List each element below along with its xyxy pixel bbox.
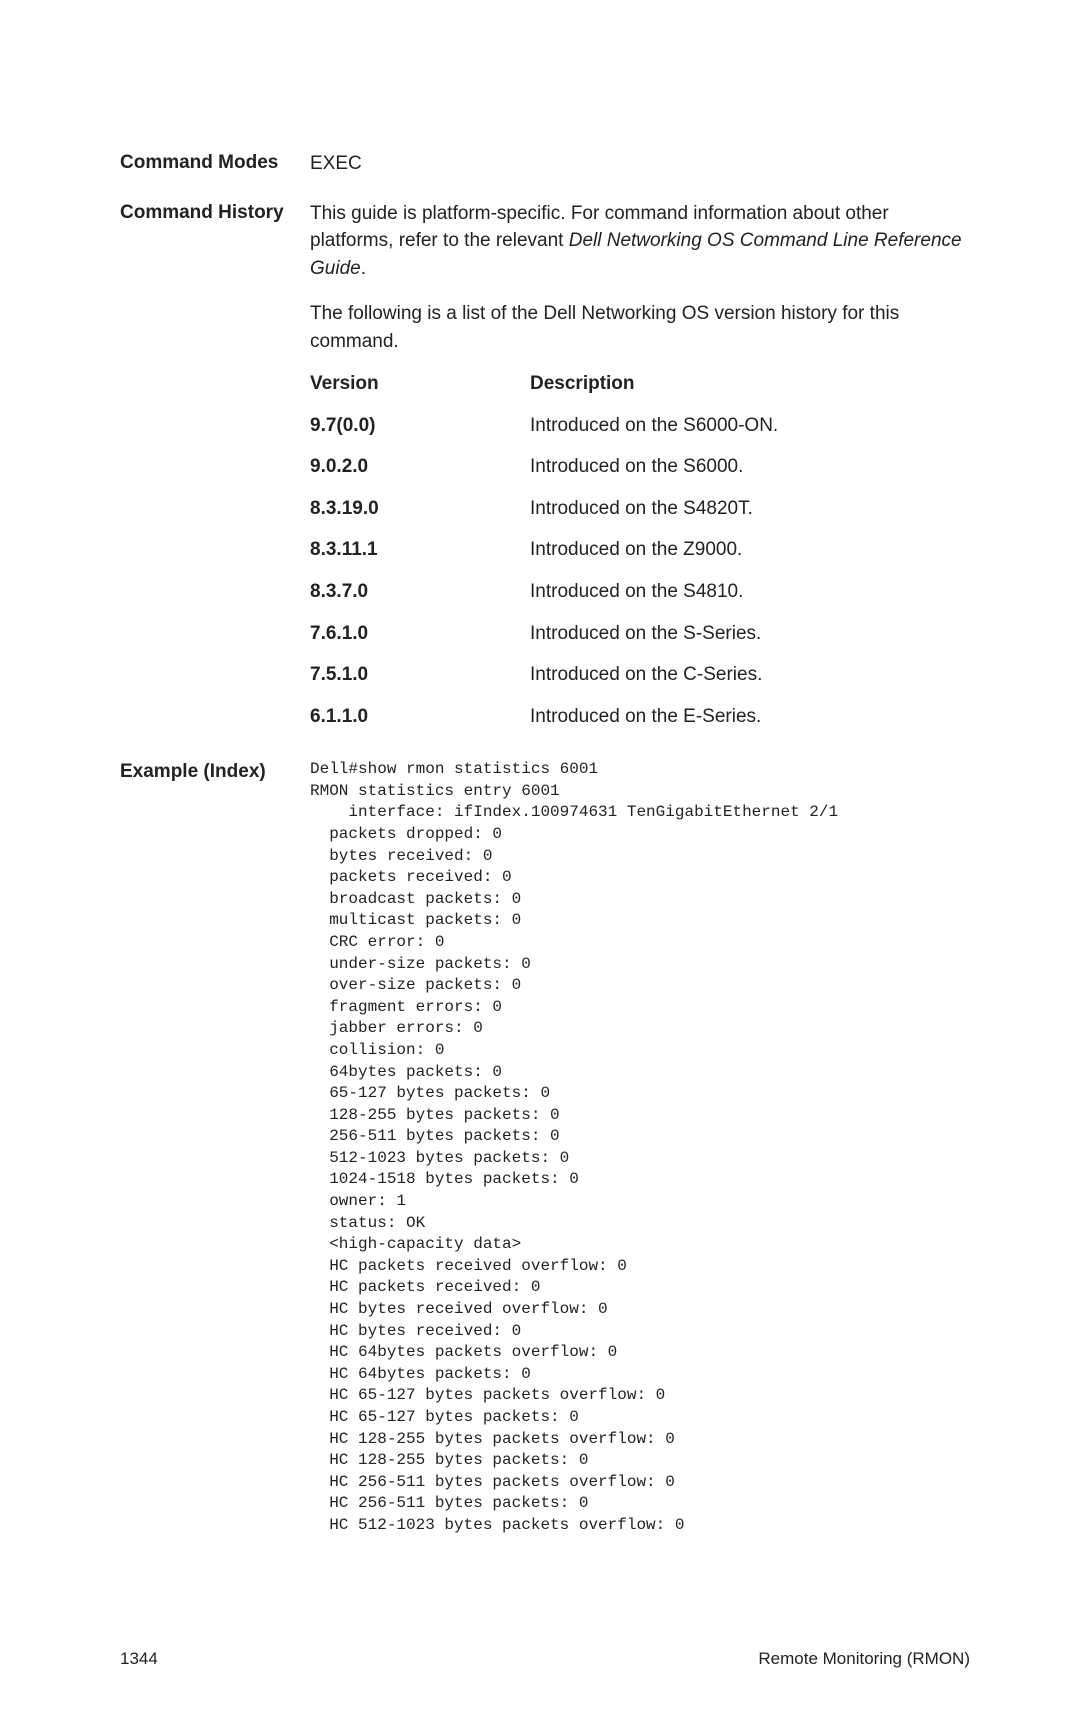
- version-cell: 8.3.7.0: [310, 578, 530, 606]
- description-cell: Introduced on the S4820T.: [530, 495, 970, 523]
- description-cell: Introduced on the S6000-ON.: [530, 412, 970, 440]
- table-row: 6.1.1.0 Introduced on the E-Series.: [310, 696, 970, 738]
- table-row: 7.5.1.0 Introduced on the C-Series.: [310, 654, 970, 696]
- example-code: Dell#show rmon statistics 6001 RMON stat…: [310, 759, 970, 1536]
- table-row: 9.7(0.0) Introduced on the S6000-ON.: [310, 405, 970, 447]
- description-cell: Introduced on the S6000.: [530, 453, 970, 481]
- command-modes-label: Command Modes: [120, 150, 310, 178]
- version-cell: 9.7(0.0): [310, 412, 530, 440]
- example-label: Example (Index): [120, 759, 310, 1536]
- version-cell: 8.3.19.0: [310, 495, 530, 523]
- description-cell: Introduced on the E-Series.: [530, 703, 970, 731]
- page-number: 1344: [120, 1649, 158, 1669]
- description-cell: Introduced on the Z9000.: [530, 536, 970, 564]
- command-history-para2: The following is a list of the Dell Netw…: [310, 300, 970, 355]
- version-header: Version: [310, 370, 530, 398]
- version-cell: 6.1.1.0: [310, 703, 530, 731]
- command-modes-value: EXEC: [310, 150, 970, 178]
- version-cell: 7.5.1.0: [310, 661, 530, 689]
- version-cell: 9.0.2.0: [310, 453, 530, 481]
- command-history-para1: This guide is platform-specific. For com…: [310, 200, 970, 283]
- table-row: 9.0.2.0 Introduced on the S6000.: [310, 446, 970, 488]
- table-row: 7.6.1.0 Introduced on the S-Series.: [310, 613, 970, 655]
- footer-title: Remote Monitoring (RMON): [758, 1649, 970, 1669]
- description-cell: Introduced on the S4810.: [530, 578, 970, 606]
- table-row: 8.3.19.0 Introduced on the S4820T.: [310, 488, 970, 530]
- table-row: 8.3.7.0 Introduced on the S4810.: [310, 571, 970, 613]
- para1-post: .: [361, 258, 366, 279]
- table-row: 8.3.11.1 Introduced on the Z9000.: [310, 529, 970, 571]
- version-cell: 7.6.1.0: [310, 620, 530, 648]
- command-history-label: Command History: [120, 200, 310, 738]
- description-cell: Introduced on the S-Series.: [530, 620, 970, 648]
- version-cell: 8.3.11.1: [310, 536, 530, 564]
- description-cell: Introduced on the C-Series.: [530, 661, 970, 689]
- description-header: Description: [530, 370, 970, 398]
